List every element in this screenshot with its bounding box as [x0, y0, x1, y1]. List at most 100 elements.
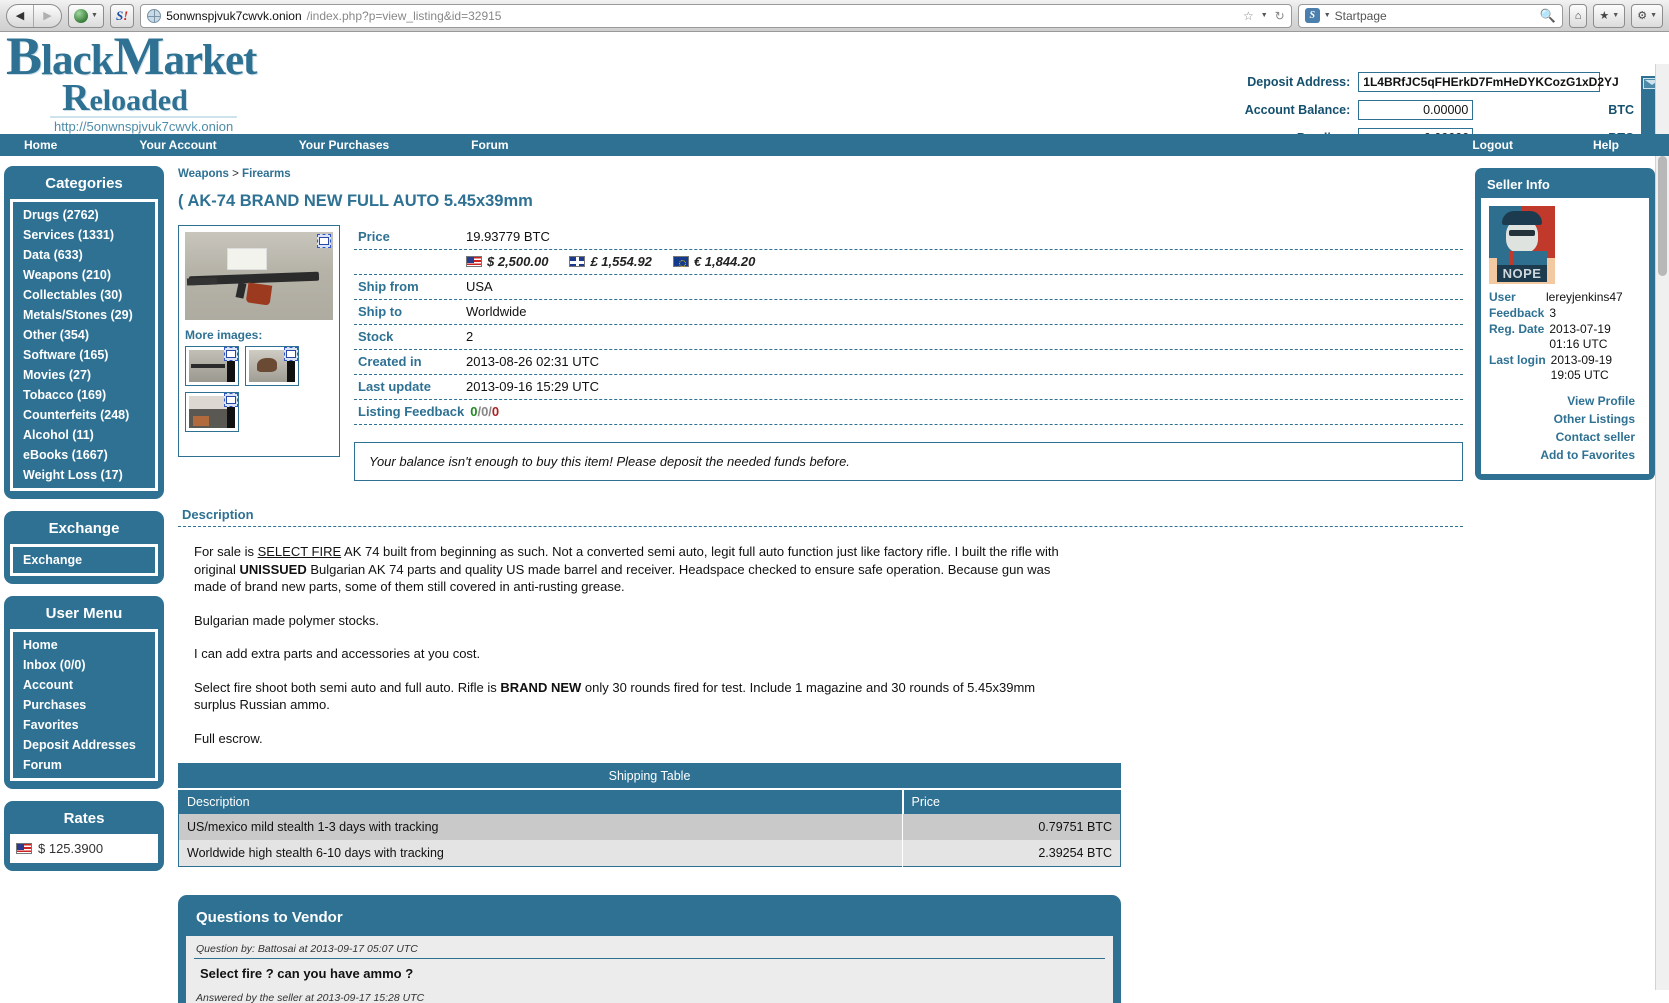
price-usd-value: $ 2,500.00	[487, 254, 549, 269]
thumbnail-2[interactable]	[245, 346, 299, 386]
image-zoom-icon[interactable]	[224, 393, 238, 407]
user-menu-account[interactable]: Account	[13, 675, 155, 695]
exchange-panel: Exchange Exchange	[4, 511, 164, 584]
category-drugs[interactable]: Drugs (2762)	[13, 205, 155, 225]
user-menu-purchases[interactable]: Purchases	[13, 695, 155, 715]
image-zoom-icon[interactable]	[224, 347, 238, 361]
listing-main-image[interactable]	[185, 232, 333, 320]
add-to-favorites-link[interactable]: Add to Favorites	[1489, 446, 1635, 464]
back-arrow-icon[interactable]: ◀	[7, 4, 34, 27]
breadcrumb-category[interactable]: Weapons	[178, 168, 229, 180]
seller-lastlogin-label: Last login	[1489, 353, 1546, 367]
stock-label: Stock	[358, 329, 394, 344]
category-movies[interactable]: Movies (27)	[13, 365, 155, 385]
shipping-col-description: Description	[178, 789, 904, 815]
category-ebooks[interactable]: eBooks (1667)	[13, 445, 155, 465]
chevron-down-icon: ▼	[91, 12, 98, 19]
page-scrollbar[interactable]	[1655, 156, 1669, 990]
nav-item-logout[interactable]: Logout	[1462, 138, 1523, 152]
shipping-table: Shipping Table Description Price US/mexi…	[178, 763, 1121, 868]
user-menu-inbox[interactable]: Inbox (0/0)	[13, 655, 155, 675]
user-menu-panel: User Menu Home Inbox (0/0) Account Purch…	[4, 596, 164, 789]
tor-button[interactable]: ▼	[68, 3, 104, 28]
image-zoom-icon[interactable]	[317, 234, 331, 248]
questions-to-vendor-panel: Questions to Vendor Question by: Battosa…	[178, 895, 1121, 1003]
spec-row-created: Created in 2013-08-26 02:31 UTC	[354, 350, 1463, 375]
user-menu-forum[interactable]: Forum	[13, 755, 155, 775]
question-text: Select fire ? can you have ammo ?	[200, 966, 414, 982]
desc-p1-c: Bulgarian AK 74 parts and quality US mad…	[194, 561, 1051, 595]
exchange-link[interactable]: Exchange	[13, 550, 155, 570]
category-software[interactable]: Software (165)	[13, 345, 155, 365]
magnifier-icon[interactable]: 🔍	[1540, 8, 1556, 24]
price-eur-value: € 1,844.20	[693, 254, 756, 269]
startpage-icon: S	[1304, 8, 1320, 23]
address-bar[interactable]: 5onwnspjvuk7cwvk.onion /index.php?p=view…	[140, 3, 1292, 28]
description-heading: Description	[178, 503, 1463, 527]
user-menu-deposit-addresses[interactable]: Deposit Addresses	[13, 735, 155, 755]
last-update-label: Last update	[358, 379, 431, 394]
photo-rifle-magazine	[245, 282, 273, 306]
bookmarks-button[interactable]: ★ ▼	[1593, 3, 1626, 28]
category-services[interactable]: Services (1331)	[13, 225, 155, 245]
nav-item-help[interactable]: Help	[1583, 138, 1629, 152]
desc-p4-bold: BRAND NEW	[500, 679, 582, 695]
category-tobacco[interactable]: Tobacco (169)	[13, 385, 155, 405]
desc-p4-a: Select fire shoot both semi auto and ful…	[194, 679, 501, 695]
nav-item-your-purchases[interactable]: Your Purchases	[289, 138, 399, 152]
account-balance-field[interactable]: 0.00000	[1358, 100, 1474, 120]
contact-seller-link[interactable]: Contact seller	[1489, 428, 1635, 446]
image-zoom-icon[interactable]	[284, 347, 298, 361]
tools-button[interactable]: ⚙ ▼	[1631, 3, 1663, 28]
search-bar[interactable]: S ▼ Startpage 🔍	[1297, 3, 1563, 28]
category-metals-stones[interactable]: Metals/Stones (29)	[13, 305, 155, 325]
browser-nav-arrows[interactable]: ◀ ▶	[6, 3, 62, 28]
chevron-down-icon[interactable]: ▼	[1324, 12, 1331, 19]
description-paragraph-4: Select fire shoot both semi auto and ful…	[194, 679, 1078, 714]
category-collectables[interactable]: Collectables (30)	[13, 285, 155, 305]
user-menu-home[interactable]: Home	[13, 635, 155, 655]
page-title: ( AK-74 BRAND NEW FULL AUTO 5.45x39mm	[178, 192, 533, 210]
category-weapons[interactable]: Weapons (210)	[13, 265, 155, 285]
thumbnail-3[interactable]	[185, 392, 239, 432]
scriptsafe-button[interactable]: S!	[109, 3, 135, 28]
breadcrumb: Weapons > Firearms	[178, 168, 1463, 180]
category-other[interactable]: Other (354)	[13, 325, 155, 345]
category-weight-loss[interactable]: Weight Loss (17)	[13, 465, 155, 485]
thumbnail-1[interactable]	[185, 346, 239, 386]
avatar-hat	[1502, 211, 1542, 225]
url-path: /index.php?p=view_listing&id=32915	[306, 8, 502, 23]
user-menu-favorites[interactable]: Favorites	[13, 715, 155, 735]
logo-b: B	[6, 26, 42, 86]
logo-line-2: Reloaded	[62, 79, 276, 117]
ship-to-value: Worldwide	[466, 304, 527, 319]
category-counterfeits[interactable]: Counterfeits (248)	[13, 405, 155, 425]
rate-row-usd: $ 125.3900	[16, 839, 152, 858]
forward-arrow-icon[interactable]: ▶	[34, 5, 61, 27]
deposit-address-field[interactable]: 1L4BRfJC5qFHErkD7FmHeDYKCozG1xD2YJ	[1358, 72, 1619, 92]
view-profile-link[interactable]: View Profile	[1489, 392, 1635, 410]
tor-onion-icon	[74, 8, 88, 23]
nav-item-forum[interactable]: Forum	[461, 138, 518, 152]
balance-unit: BTC	[1608, 103, 1634, 117]
created-label: Created in	[358, 354, 422, 369]
nav-item-your-account[interactable]: Your Account	[129, 138, 226, 152]
logo-m: M	[113, 26, 164, 86]
questions-title: Questions to Vendor	[196, 909, 343, 927]
star-icon[interactable]: ☆	[1243, 9, 1254, 23]
other-listings-link[interactable]: Other Listings	[1489, 410, 1635, 428]
browser-toolbar: ◀ ▶ ▼ S! 5onwnspjvuk7cwvk.onion /index.p…	[0, 0, 1669, 32]
eu-flag-icon	[672, 256, 689, 267]
home-button[interactable]: ⌂	[1568, 3, 1588, 28]
category-data[interactable]: Data (633)	[13, 245, 155, 265]
reload-icon[interactable]: ↻	[1275, 9, 1285, 23]
globe-icon	[147, 8, 162, 23]
category-alcohol[interactable]: Alcohol (11)	[13, 425, 155, 445]
chevron-down-icon[interactable]: ▼	[1261, 12, 1268, 19]
site-logo[interactable]: BlackMarket Reloaded http://5onwnspjvuk7…	[6, 29, 276, 137]
nav-item-home[interactable]: Home	[14, 138, 67, 152]
ship-from-value: USA	[466, 279, 493, 294]
breadcrumb-subcategory[interactable]: Firearms	[242, 168, 291, 180]
description-body: For sale is SELECT FIRE AK 74 built from…	[178, 527, 1078, 747]
page-scrollbar-thumb[interactable]	[1658, 156, 1667, 276]
